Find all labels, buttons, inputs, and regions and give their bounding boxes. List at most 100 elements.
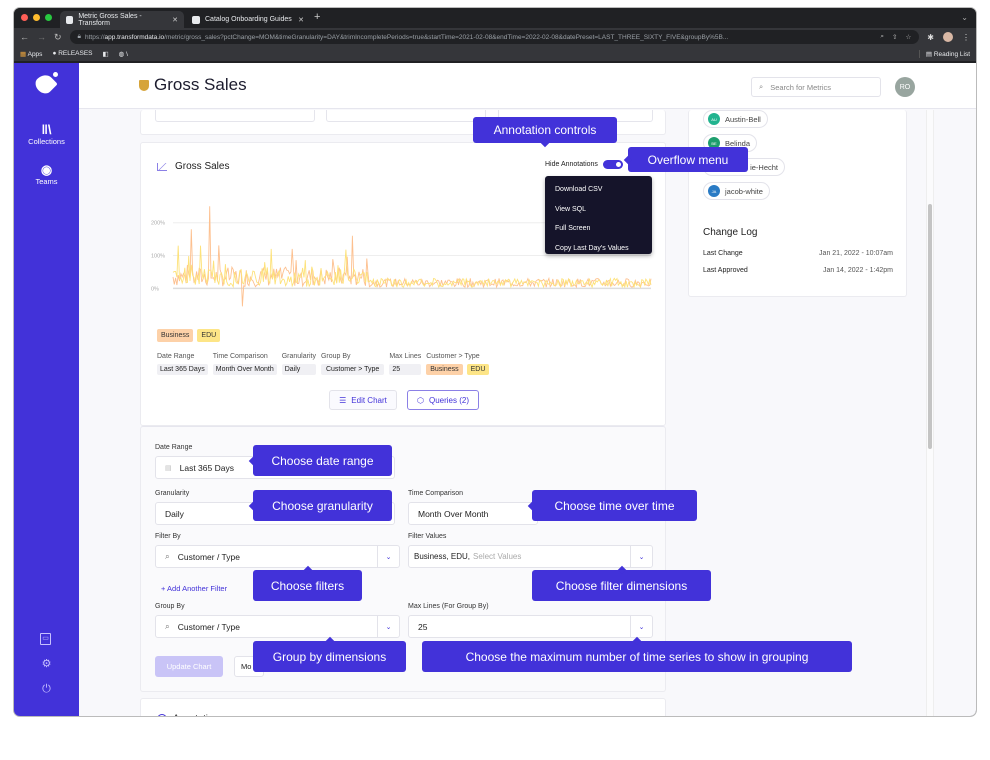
callout-time-over-time: Choose time over time <box>532 490 697 521</box>
menu-item-full-screen[interactable]: Full Screen <box>545 219 652 239</box>
owner-name: ie-Hecht <box>750 162 778 172</box>
annotation-icon: A <box>157 713 167 716</box>
chevron-down-icon[interactable]: ⌄ <box>377 546 399 567</box>
update-chart-button[interactable]: Update Chart <box>155 656 223 677</box>
summary-time-comparison: Time Comparison Month Over Month <box>212 353 277 375</box>
search-input[interactable]: ⌕ Search for Metrics <box>751 77 881 97</box>
summary-customer-type: Customer > Type Business EDU <box>426 353 490 375</box>
sidebar-item-label: Teams <box>35 177 58 186</box>
minimize-window-button[interactable] <box>33 14 40 21</box>
hide-annotations-control: Hide Annotations <box>545 160 623 169</box>
edit-chart-label: Edit Chart <box>351 395 387 405</box>
bookmark-releases[interactable]: ● RELEASES <box>52 50 92 57</box>
address-bar[interactable]: 🔒︎ https://app.transformdata.io/metric/g… <box>69 30 920 44</box>
granularity-label: Granularity <box>155 490 190 497</box>
reload-icon[interactable]: ↻ <box>54 32 62 43</box>
filter-values-select[interactable]: Business, EDU, Select Values ⌄ <box>408 545 653 568</box>
window-controls <box>21 14 52 21</box>
close-tab-icon[interactable]: ✕ <box>172 16 178 24</box>
zoom-icon[interactable]: ⌕ <box>880 33 884 41</box>
hide-annotations-label: Hide Annotations <box>545 161 598 168</box>
new-tab-button[interactable]: + <box>314 11 320 23</box>
add-another-filter-link[interactable]: + Add Another Filter <box>161 584 227 593</box>
filter-by-value: Customer / Type <box>177 551 240 562</box>
summary-group-by: Group By Customer > Type <box>320 353 385 375</box>
y-tick-label: 100% <box>151 254 165 260</box>
tab-title: Catalog Onboarding Guides <box>205 16 292 23</box>
page-title-text: Gross Sales <box>154 75 247 94</box>
tab-search-icon[interactable]: ⌄ <box>961 13 968 22</box>
chevron-down-icon[interactable]: ⌄ <box>630 616 652 637</box>
power-icon[interactable]: ⏻ <box>40 683 53 696</box>
callout-filters: Choose filters <box>253 570 362 601</box>
top-bar: Gross Sales ⌕ Search for Metrics RO <box>79 63 976 109</box>
group-by-value: Customer / Type <box>177 621 240 632</box>
book-icon[interactable]: ▭ <box>40 633 51 645</box>
collections-icon: ǁ\ <box>41 122 52 137</box>
back-icon[interactable]: ← <box>20 32 29 42</box>
sidebar-item-teams[interactable]: ◉ Teams <box>14 162 79 187</box>
reading-list-icon: ▤ <box>925 50 933 58</box>
browser-menu-icon[interactable]: ⋮ <box>962 33 970 42</box>
close-tab-icon[interactable]: ✕ <box>298 16 304 24</box>
reading-list[interactable]: ▤ Reading List <box>918 49 970 58</box>
scrollbar-thumb[interactable] <box>928 204 932 449</box>
group-by-select[interactable]: ⌕ Customer / Type ⌄ <box>155 615 400 638</box>
info-field <box>155 110 315 122</box>
callout-annotation-controls: Annotation controls <box>473 117 617 143</box>
tab-metric-gross-sales[interactable]: Metric Gross Sales - Transform ✕ <box>60 11 184 28</box>
chevron-down-icon[interactable]: ⌄ <box>630 546 652 567</box>
profile-avatar[interactable] <box>943 32 953 42</box>
summary-label: Group By <box>320 353 351 360</box>
bookmark-web[interactable]: ◍ \ <box>119 50 128 58</box>
max-lines-select[interactable]: 25 ⌄ <box>408 615 653 638</box>
bookmarks-bar: ▦ Apps ● RELEASES ◧ ◍ \ ▤ Reading List <box>14 46 976 62</box>
app: ǁ\ Collections ◉ Teams ▭ ⚙ ⏻ Gross Sales… <box>14 63 976 716</box>
search-icon: ⌕ <box>165 551 170 561</box>
bookmark-apps[interactable]: ▦ Apps <box>20 50 42 58</box>
bookmark-star-icon[interactable]: ☆ <box>905 33 911 41</box>
owner-pill[interactable]: JA jacob-white <box>703 182 770 200</box>
forward-icon[interactable]: → <box>37 32 46 42</box>
filter-by-select[interactable]: ⌕ Customer / Type ⌄ <box>155 545 400 568</box>
sidebar-item-collections[interactable]: ǁ\ Collections <box>14 122 79 147</box>
group-by-label: Group By <box>155 603 185 610</box>
menu-item-copy-last-day[interactable]: Copy Last Day's Values <box>545 239 652 259</box>
maximize-window-button[interactable] <box>45 14 52 21</box>
user-avatar[interactable]: RO <box>895 77 915 97</box>
summary-value: 25 <box>389 364 422 375</box>
close-window-button[interactable] <box>21 14 28 21</box>
overflow-menu: Download CSV View SQL Full Screen Copy L… <box>545 176 652 254</box>
search-icon: ⌕ <box>165 621 170 631</box>
queries-button[interactable]: ⬡ Queries (2) <box>407 390 479 410</box>
hide-annotations-toggle[interactable] <box>602 160 623 169</box>
max-lines-value: 25 <box>418 621 428 632</box>
extensions-icon[interactable]: ✱ <box>927 33 934 42</box>
owner-avatar: JA <box>708 185 720 197</box>
time-comparison-select[interactable]: Month Over Month <box>408 502 538 525</box>
menu-item-download-csv[interactable]: Download CSV <box>545 180 652 200</box>
globe-icon: ◍ <box>118 50 125 58</box>
annotations-title-text: Annotations <box>173 713 223 716</box>
tab-strip: Metric Gross Sales - Transform ✕ Catalog… <box>14 8 976 28</box>
chevron-down-icon[interactable]: ⌄ <box>377 616 399 637</box>
notion-icon <box>192 15 200 24</box>
bookmark-label: Apps <box>27 50 43 58</box>
edit-chart-button[interactable]: ☰ Edit Chart <box>329 390 397 410</box>
bookmark-notion[interactable]: ◧ <box>103 50 109 58</box>
summary-value: Month Over Month <box>212 364 277 375</box>
summary-max-lines: Max Lines 25 <box>389 353 422 375</box>
share-icon[interactable]: ⇧ <box>892 33 897 41</box>
tab-title: Metric Gross Sales - Transform <box>78 12 142 27</box>
teams-icon: ◉ <box>40 162 53 177</box>
tab-catalog-onboarding[interactable]: Catalog Onboarding Guides ✕ <box>186 11 310 28</box>
github-icon: ● <box>52 50 57 57</box>
menu-item-view-sql[interactable]: View SQL <box>545 200 652 220</box>
change-log-title: Change Log <box>703 227 758 238</box>
owner-pill[interactable]: AU Austin-Bell <box>703 110 768 128</box>
callout-group-by: Group by dimensions <box>253 641 406 672</box>
settings-icon[interactable]: ⚙ <box>40 658 53 671</box>
filter-values-value: Business, EDU, <box>414 552 471 561</box>
callout-filter-dimensions: Choose filter dimensions <box>532 570 711 601</box>
url-path: /metric/gross_sales?pctChange=MOM&timeGr… <box>164 33 729 41</box>
